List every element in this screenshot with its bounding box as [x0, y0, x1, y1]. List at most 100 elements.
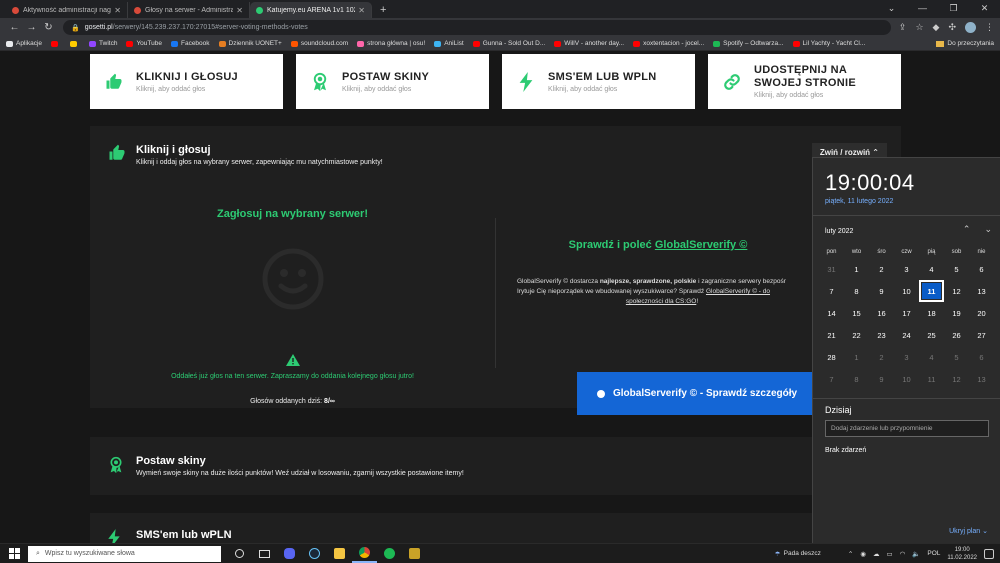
clock-date[interactable]: piątek, 11 lutego 2022 [825, 198, 893, 205]
back-icon[interactable]: ← [6, 22, 23, 33]
forward-icon[interactable]: → [23, 22, 40, 33]
hide-plan-link[interactable]: Ukryj plan ⌄ [949, 527, 988, 535]
bookmark-item[interactable]: Gunna - Sold Out D... [472, 40, 545, 47]
url-input[interactable]: 🔒 gosetti.pl/serwery/145.239.237.170:270… [63, 20, 891, 35]
calendar-day[interactable]: 6 [969, 346, 994, 368]
method-click-vote[interactable]: KLIKNIJ I GŁOSUJ Kliknij, aby oddać głos [90, 54, 283, 109]
calendar-day[interactable]: 24 [894, 324, 919, 346]
share-icon[interactable]: ⇪ [899, 22, 907, 33]
calendar-day[interactable]: 5 [944, 346, 969, 368]
chevron-up-icon[interactable]: ⌃ [848, 550, 853, 558]
calendar-day[interactable]: 22 [844, 324, 869, 346]
bookmark-item[interactable]: Spotify – Odtwarza... [713, 40, 784, 47]
method-skins[interactable]: POSTAW SKINY Kliknij, aby oddać głos [296, 54, 489, 109]
close-tab-icon[interactable]: ✕ [358, 6, 365, 15]
bookmark-item[interactable]: soundcloud.com [290, 40, 348, 47]
calendar-day[interactable]: 1 [844, 346, 869, 368]
game-icon[interactable] [402, 545, 427, 563]
profile-avatar[interactable] [965, 22, 976, 33]
bookmark-item[interactable]: Aplikacje [6, 40, 42, 47]
battery-icon[interactable]: ▭ [886, 550, 892, 558]
calendar-day[interactable]: 1 [844, 258, 869, 280]
notifications-icon[interactable] [984, 548, 994, 559]
puzzle-icon[interactable]: ✣ [948, 22, 956, 33]
event-input[interactable]: Dodaj zdarzenie lub przypomnienie [825, 420, 989, 437]
calendar-day[interactable]: 7 [819, 368, 844, 390]
calendar-month[interactable]: luty 2022 [825, 228, 853, 235]
cortana-icon[interactable] [227, 545, 252, 563]
calendar-day[interactable]: 14 [819, 302, 844, 324]
calendar-day[interactable]: 19 [944, 302, 969, 324]
calendar-day[interactable]: 28 [819, 346, 844, 368]
browser-tab[interactable]: Aktywność administracji nagrodz...✕ [6, 2, 128, 18]
browser-tab[interactable]: Katujemy.eu ARENA 1v1 102TR✕ [250, 2, 372, 18]
reload-icon[interactable]: ↻ [40, 22, 57, 33]
new-tab-button[interactable]: + [380, 4, 386, 16]
calendar-day[interactable]: 4 [919, 346, 944, 368]
taskbar-clock[interactable]: 19:00 11.02.2022 [947, 546, 977, 562]
calendar-day[interactable]: 5 [944, 258, 969, 280]
calendar-day[interactable]: 10 [894, 368, 919, 390]
method-share[interactable]: UDOSTĘPNIJ NA SWOJEJ STRONIE Kliknij, aby … [708, 54, 901, 109]
bookmark-item[interactable] [51, 40, 61, 47]
calendar-day[interactable]: 9 [869, 368, 894, 390]
weather-widget[interactable]: ☂ Pada deszcz [775, 550, 821, 558]
calendar-day[interactable]: 21 [819, 324, 844, 346]
bookmark-item[interactable]: AniList [434, 40, 464, 47]
calendar-day[interactable]: 23 [869, 324, 894, 346]
close-tab-icon[interactable]: ✕ [236, 6, 243, 15]
calendar-day[interactable]: 8 [844, 368, 869, 390]
task-view-icon[interactable] [252, 545, 277, 563]
maximize-button[interactable]: ❐ [938, 0, 969, 18]
calendar-day[interactable]: 6 [969, 258, 994, 280]
calendar-day[interactable]: 17 [894, 302, 919, 324]
chevron-up-icon[interactable]: ⌃ [963, 224, 971, 235]
calendar-day[interactable]: 11 [919, 368, 944, 390]
bookmark-item[interactable]: YouTube [126, 40, 162, 47]
steam-icon[interactable] [302, 545, 327, 563]
calendar-day[interactable]: 10 [894, 280, 919, 302]
calendar-day[interactable]: 27 [969, 324, 994, 346]
gs-line2-link[interactable]: GlobalServerify © - do [706, 288, 770, 295]
calendar-day[interactable]: 26 [944, 324, 969, 346]
calendar-day[interactable]: 4 [919, 258, 944, 280]
close-tab-icon[interactable]: ✕ [114, 6, 121, 15]
bookmark-item[interactable]: strona główna | osu! [357, 40, 425, 47]
close-window-button[interactable]: ✕ [969, 0, 1000, 18]
calendar-day[interactable]: 13 [969, 280, 994, 302]
bookmark-item[interactable]: Facebook [170, 40, 210, 47]
language-indicator[interactable]: POL [927, 550, 940, 557]
calendar-day[interactable]: 2 [869, 346, 894, 368]
calendar-day[interactable]: 12 [944, 280, 969, 302]
calendar-day[interactable]: 8 [844, 280, 869, 302]
calendar-day[interactable]: 7 [819, 280, 844, 302]
bookmark-item[interactable]: Dziennik UONET+ [218, 40, 282, 47]
calendar-day[interactable]: 16 [869, 302, 894, 324]
chrome-icon[interactable] [352, 545, 377, 563]
calendar-day[interactable]: 3 [894, 346, 919, 368]
star-icon[interactable]: ☆ [915, 22, 923, 33]
calendar-day[interactable]: 3 [894, 258, 919, 280]
cloud-icon[interactable]: ☁ [873, 550, 880, 558]
globalserverify-button[interactable]: GlobalServerify © - Sprawdź szczegóły [577, 372, 827, 415]
calendar-day[interactable]: 12 [944, 368, 969, 390]
discord-icon[interactable] [277, 545, 302, 563]
chevron-down-icon[interactable]: ⌄ [984, 224, 992, 235]
calendar-day[interactable]: 31 [819, 258, 844, 280]
other-bookmarks[interactable]: Do przeczytania [936, 40, 994, 47]
network-icon[interactable]: ◉ [860, 550, 866, 558]
wifi-icon[interactable]: ◠ [900, 550, 906, 558]
calendar-day[interactable]: 13 [969, 368, 994, 390]
bookmark-item[interactable]: xoxtentacion - jocel... [633, 40, 704, 47]
bookmark-item[interactable]: Twitch [89, 40, 117, 47]
file-explorer-icon[interactable] [327, 545, 352, 563]
volume-icon[interactable]: 🔈 [912, 550, 920, 558]
browser-tab[interactable]: Głosy na serwer - Administracja✕ [128, 2, 250, 18]
bookmark-item[interactable]: Lil Yachty - Yacht Cl... [792, 40, 865, 47]
bookmark-item[interactable] [70, 40, 80, 47]
method-sms[interactable]: SMS'EM LUB WPLN Kliknij, aby oddać głos [502, 54, 695, 109]
calendar-day[interactable]: 15 [844, 302, 869, 324]
calendar-day[interactable]: 20 [969, 302, 994, 324]
taskbar-search[interactable]: ⌕ Wpisz tu wyszukiwane słowa [28, 545, 221, 562]
gs-title-link[interactable]: GlobalServerify © [655, 239, 747, 251]
